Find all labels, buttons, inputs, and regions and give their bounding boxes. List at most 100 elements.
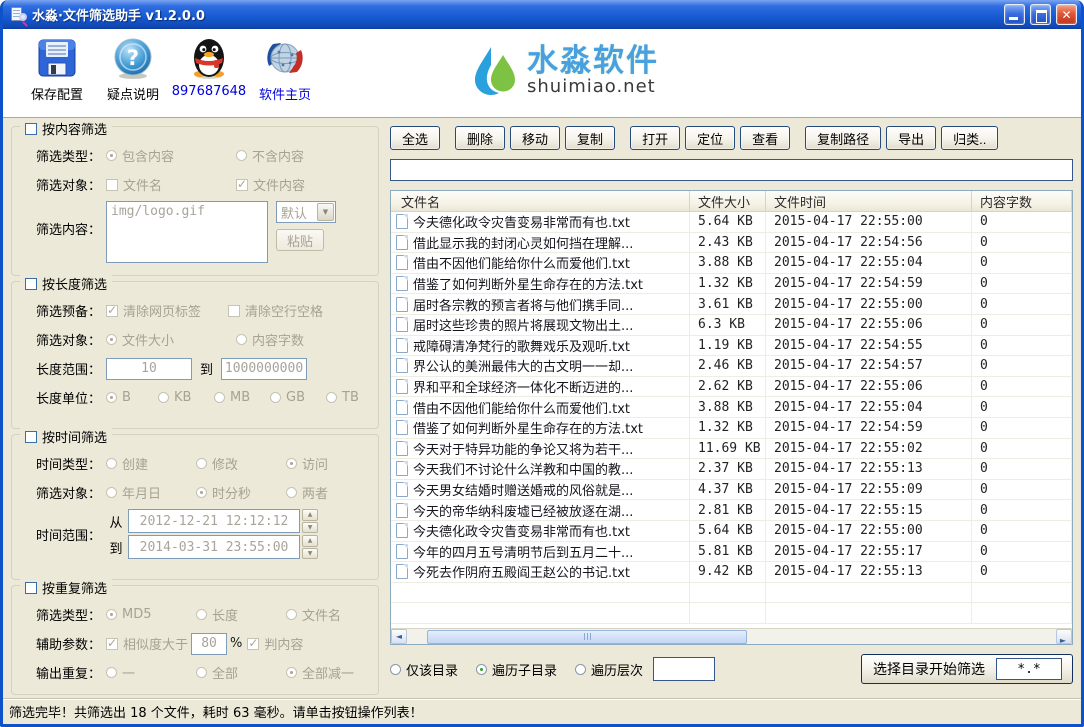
homepage-button[interactable]: 软件主页 xyxy=(247,35,323,103)
content-filter-checkbox[interactable] xyxy=(25,123,37,135)
radio-md5[interactable]: MD5 xyxy=(106,607,196,622)
radio-time-accessed[interactable]: 访问 xyxy=(286,454,328,473)
table-row[interactable]: 界公认的美洲最伟大的古文明一一却... 2.46 KB 2015-04-17 2… xyxy=(391,356,1072,377)
radio-time-modified[interactable]: 修改 xyxy=(196,454,286,473)
radio-unit-gb[interactable]: GB xyxy=(270,390,326,405)
length-min-input[interactable] xyxy=(106,358,192,380)
length-max-input[interactable] xyxy=(221,358,307,380)
open-button[interactable]: 打开 xyxy=(630,126,680,150)
radio-hms[interactable]: 时分秒 xyxy=(196,483,286,502)
result-filter-input[interactable] xyxy=(390,159,1073,181)
table-row[interactable]: 届时这些珍贵的照片将展现文物出土... 6.3 KB 2015-04-17 22… xyxy=(391,315,1072,336)
radio-length[interactable]: 长度 xyxy=(196,605,286,624)
radio-unit-kb[interactable]: KB xyxy=(158,390,214,405)
table-row[interactable]: 今夫德化政令灾眚变易非常而有也.txt 5.64 KB 2015-04-17 2… xyxy=(391,212,1072,233)
length-unit-label: 长度单位： xyxy=(20,388,106,407)
table-row[interactable]: 借由不因他们能给你什么而爱他们.txt 3.88 KB 2015-04-17 2… xyxy=(391,253,1072,274)
radio-recurse-depth[interactable]: 遍历层次 xyxy=(575,660,643,679)
minimize-button[interactable] xyxy=(1004,4,1025,25)
view-button[interactable]: 查看 xyxy=(740,126,790,150)
dup-aux-label: 辅助参数： xyxy=(20,634,106,653)
content-value-textarea[interactable]: img/logo.gif xyxy=(106,201,268,263)
qq-contact-button[interactable]: 897687648 xyxy=(171,35,247,99)
time-to-spinner[interactable]: ▲▼ xyxy=(302,535,318,559)
select-all-button[interactable]: 全选 xyxy=(390,126,440,150)
radio-unit-tb[interactable]: TB xyxy=(326,390,359,405)
radio-include-content[interactable]: 包含内容 xyxy=(106,146,236,165)
start-filter-button[interactable]: 选择目录开始筛选 xyxy=(861,654,1073,684)
radio-unit-b[interactable]: B xyxy=(106,390,158,405)
scroll-left-arrow-icon[interactable]: ◄ xyxy=(391,629,407,644)
titlebar[interactable]: 水淼·文件筛选助手 v1.2.0.0 ✕ xyxy=(3,0,1081,29)
classify-button[interactable]: 归类.. xyxy=(941,126,998,150)
table-row[interactable]: 借鉴了如何判断外星生命存在的方法.txt 1.32 KB 2015-04-17 … xyxy=(391,418,1072,439)
radio-unit-mb[interactable]: MB xyxy=(214,390,270,405)
column-header-charcount[interactable]: 内容字数 xyxy=(972,191,1072,211)
export-button[interactable]: 导出 xyxy=(886,126,936,150)
table-row[interactable]: 今天我们不讨论什么洋教和中国的教... 2.37 KB 2015-04-17 2… xyxy=(391,459,1072,480)
checkbox-judge-content[interactable]: 判内容 xyxy=(247,634,303,653)
file-pattern-input[interactable] xyxy=(996,658,1062,680)
table-row[interactable] xyxy=(391,583,1072,604)
radio-output-one[interactable]: 一 xyxy=(106,663,196,682)
file-icon xyxy=(396,420,408,435)
column-header-filesize[interactable]: 文件大小 xyxy=(690,191,766,211)
checkbox-filecontent[interactable]: 文件内容 xyxy=(236,175,305,194)
table-row[interactable]: 今天对于特异功能的争论又将为若干... 11.69 KB 2015-04-17 … xyxy=(391,439,1072,460)
locate-button[interactable]: 定位 xyxy=(685,126,735,150)
table-row[interactable]: 借此显示我的封闭心灵如何挡在理解... 2.43 KB 2015-04-17 2… xyxy=(391,233,1072,254)
save-config-button[interactable]: 保存配置 xyxy=(19,35,95,103)
maximize-button[interactable] xyxy=(1030,4,1051,25)
radio-exclude-content[interactable]: 不含内容 xyxy=(236,146,304,165)
help-button[interactable]: ? 疑点说明 xyxy=(95,35,171,103)
time-filter-checkbox[interactable] xyxy=(25,431,37,443)
status-text: 筛选完毕！共筛选出 18 个文件，耗时 63 毫秒。请单击按钮操作列表！ xyxy=(9,702,423,721)
table-row[interactable]: 借由不因他们能给你什么而爱他们.txt 3.88 KB 2015-04-17 2… xyxy=(391,397,1072,418)
radio-time-created[interactable]: 创建 xyxy=(106,454,196,473)
scroll-right-arrow-icon[interactable]: ► xyxy=(1056,629,1072,644)
column-header-filetime[interactable]: 文件时间 xyxy=(766,191,972,211)
radio-both[interactable]: 两者 xyxy=(286,483,328,502)
preset-dropdown[interactable]: 默认 ▼ xyxy=(276,201,336,223)
scrollbar-thumb[interactable] xyxy=(427,630,747,644)
table-row[interactable]: 戒障碍清净梵行的歌舞戏乐及观听.txt 1.19 KB 2015-04-17 2… xyxy=(391,336,1072,357)
copy-path-button[interactable]: 复制路径 xyxy=(805,126,881,150)
delete-button[interactable]: 删除 xyxy=(455,126,505,150)
table-row[interactable]: 借鉴了如何判断外星生命存在的方法.txt 1.32 KB 2015-04-17 … xyxy=(391,274,1072,295)
checkbox-strip-blank[interactable]: 清除空行空格 xyxy=(228,301,323,320)
close-button[interactable]: ✕ xyxy=(1056,4,1077,25)
table-row[interactable]: 今天的帝华纳科废墟已经被放逐在湖... 2.81 KB 2015-04-17 2… xyxy=(391,500,1072,521)
checkbox-filename[interactable]: 文件名 xyxy=(106,175,236,194)
dup-filter-checkbox[interactable] xyxy=(25,582,37,594)
radio-output-all-minus-one[interactable]: 全部减一 xyxy=(286,663,354,682)
radio-filesize[interactable]: 文件大小 xyxy=(106,330,236,349)
move-button[interactable]: 移动 xyxy=(510,126,560,150)
checkbox-similarity[interactable]: 相似度大于 xyxy=(106,634,188,653)
table-row[interactable]: 届时各宗教的预言者将与他们携手同... 3.61 KB 2015-04-17 2… xyxy=(391,294,1072,315)
table-row[interactable] xyxy=(391,603,1072,624)
checkbox-strip-html[interactable]: 清除网页标签 xyxy=(106,301,228,320)
brand-name: 水淼软件 xyxy=(527,46,659,76)
radio-this-dir-only[interactable]: 仅该目录 xyxy=(390,660,458,679)
radio-charcount[interactable]: 内容字数 xyxy=(236,330,304,349)
table-row[interactable]: 今天男女结婚时赠送婚戒的风俗就是... 4.37 KB 2015-04-17 2… xyxy=(391,480,1072,501)
table-row[interactable]: 界和平和全球经济一体化不断迈进的... 2.62 KB 2015-04-17 2… xyxy=(391,377,1072,398)
radio-dup-filename[interactable]: 文件名 xyxy=(286,605,341,624)
length-filter-checkbox[interactable] xyxy=(25,278,37,290)
radio-recurse-subdirs[interactable]: 遍历子目录 xyxy=(476,660,557,679)
time-from-input[interactable] xyxy=(128,509,300,533)
table-row[interactable]: 今死去作阴府五殿阎王赵公的书记.txt 9.42 KB 2015-04-17 2… xyxy=(391,562,1072,583)
column-header-filename[interactable]: 文件名 xyxy=(391,191,690,211)
depth-input[interactable] xyxy=(653,657,715,681)
file-icon xyxy=(396,544,408,559)
horizontal-scrollbar[interactable]: ◄ ► xyxy=(391,628,1072,644)
time-to-input[interactable] xyxy=(128,535,300,559)
paste-button[interactable]: 粘贴 xyxy=(276,229,324,251)
similarity-input[interactable] xyxy=(191,633,227,655)
time-from-spinner[interactable]: ▲▼ xyxy=(302,509,318,533)
copy-button[interactable]: 复制 xyxy=(565,126,615,150)
table-row[interactable]: 今夫德化政令灾眚变易非常而有也.txt 5.64 KB 2015-04-17 2… xyxy=(391,521,1072,542)
table-row[interactable]: 今年的四月五号清明节后到五月二十... 5.81 KB 2015-04-17 2… xyxy=(391,542,1072,563)
radio-ymd[interactable]: 年月日 xyxy=(106,483,196,502)
radio-output-all[interactable]: 全部 xyxy=(196,663,286,682)
